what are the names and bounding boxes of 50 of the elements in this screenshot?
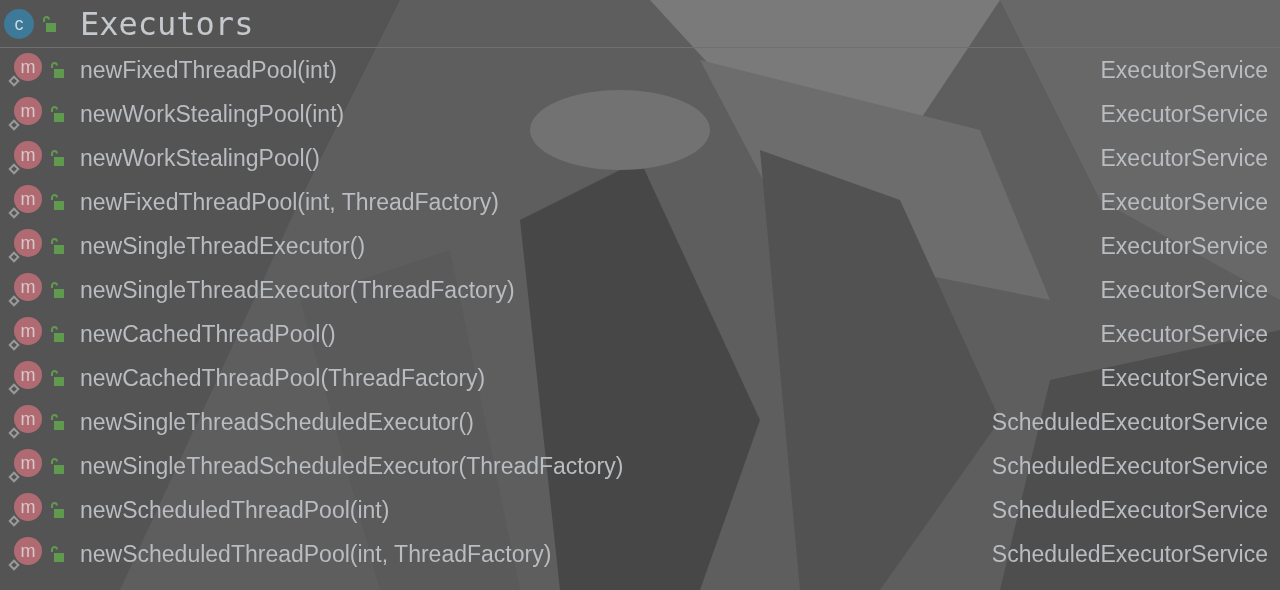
member-row[interactable]: m newCachedThreadPool(ThreadFactory) ExecutorService xyxy=(0,356,1280,400)
member-row[interactable]: m newSingleThreadExecutor() ExecutorService xyxy=(0,224,1280,268)
unlocked-padlock-icon xyxy=(50,370,64,386)
unlocked-padlock-icon xyxy=(50,62,64,78)
method-signature: newCachedThreadPool(ThreadFactory) xyxy=(80,363,486,393)
return-type: ExecutorService xyxy=(1100,363,1268,393)
unlocked-padlock-icon xyxy=(50,106,64,122)
unlocked-padlock-icon xyxy=(50,238,64,254)
member-row[interactable]: m newSingleThreadScheduledExecutor(ThreadFactory) ScheduledExecutorService xyxy=(0,444,1280,488)
unlocked-padlock-icon xyxy=(50,282,64,298)
return-type: ExecutorService xyxy=(1100,275,1268,305)
unlocked-padlock-icon xyxy=(50,414,64,430)
return-type: ScheduledExecutorService xyxy=(991,539,1268,569)
return-type: ExecutorService xyxy=(1100,231,1268,261)
method-signature: newFixedThreadPool(int) xyxy=(80,55,337,85)
unlocked-padlock-icon xyxy=(50,546,64,562)
method-signature: newFixedThreadPool(int, ThreadFactory) xyxy=(80,187,499,217)
method-signature: newSingleThreadExecutor() xyxy=(80,231,366,261)
member-row[interactable]: m newWorkStealingPool() ExecutorService xyxy=(0,136,1280,180)
member-row[interactable]: m newScheduledThreadPool(int) ScheduledExecutorService xyxy=(0,488,1280,532)
unlocked-padlock-icon xyxy=(50,326,64,342)
member-row[interactable]: m newWorkStealingPool(int) ExecutorService xyxy=(0,92,1280,136)
return-type: ExecutorService xyxy=(1100,187,1268,217)
member-row[interactable]: m newSingleThreadScheduledExecutor() ScheduledExecutorService xyxy=(0,400,1280,444)
return-type: ExecutorService xyxy=(1100,55,1268,85)
member-row[interactable]: m newFixedThreadPool(int, ThreadFactory) ExecutorService xyxy=(0,180,1280,224)
member-row[interactable]: m newCachedThreadPool() ExecutorService xyxy=(0,312,1280,356)
method-signature: newScheduledThreadPool(int) xyxy=(80,495,390,525)
return-type: ScheduledExecutorService xyxy=(991,495,1268,525)
member-row[interactable]: m newSingleThreadExecutor(ThreadFactory) ExecutorService xyxy=(0,268,1280,312)
method-signature: newCachedThreadPool() xyxy=(80,319,336,349)
return-type: ScheduledExecutorService xyxy=(991,407,1268,437)
return-type: ExecutorService xyxy=(1100,99,1268,129)
member-row[interactable]: m newScheduledThreadPool(int, ThreadFactory) ScheduledExecutorService xyxy=(0,532,1280,576)
method-signature: newScheduledThreadPool(int, ThreadFactory) xyxy=(80,539,552,569)
method-signature: newSingleThreadExecutor(ThreadFactory) xyxy=(80,275,515,305)
return-type: ExecutorService xyxy=(1100,143,1268,173)
unlocked-padlock-icon xyxy=(50,458,64,474)
return-type: ExecutorService xyxy=(1100,319,1268,349)
return-type: ScheduledExecutorService xyxy=(991,451,1268,481)
unlocked-padlock-icon xyxy=(50,194,64,210)
unlocked-padlock-icon xyxy=(42,15,56,32)
method-signature: newSingleThreadScheduledExecutor() xyxy=(80,407,474,437)
class-title: Executors xyxy=(80,3,254,45)
unlocked-padlock-icon xyxy=(50,502,64,518)
method-signature: newWorkStealingPool(int) xyxy=(80,99,345,129)
member-row[interactable]: m newFixedThreadPool(int) ExecutorService xyxy=(0,48,1280,92)
method-signature: newWorkStealingPool() xyxy=(80,143,320,173)
method-signature: newSingleThreadScheduledExecutor(ThreadFactory) xyxy=(80,451,624,481)
unlocked-padlock-icon xyxy=(50,150,64,166)
